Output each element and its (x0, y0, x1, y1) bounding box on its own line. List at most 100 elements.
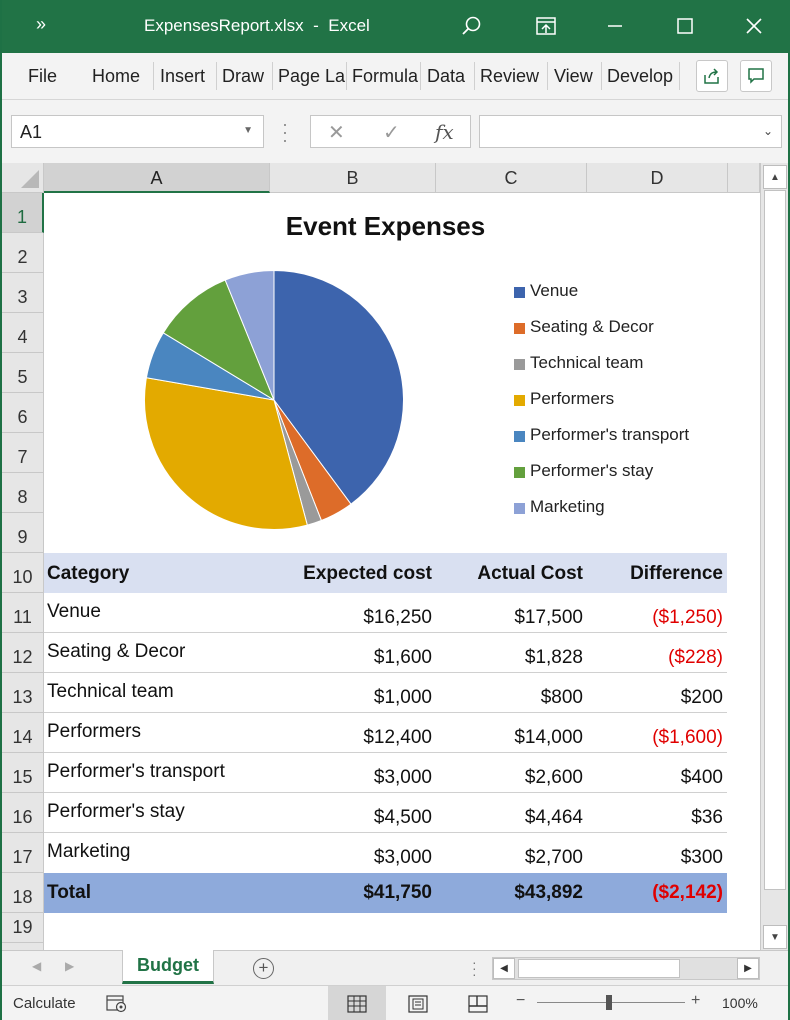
comments-icon[interactable] (740, 60, 772, 92)
tab-data[interactable]: Data (427, 66, 465, 87)
row-header-4[interactable]: 4 (2, 313, 44, 353)
cancel-entry-icon[interactable]: ✕ (328, 120, 345, 145)
page-layout-view-icon[interactable] (389, 986, 447, 1020)
row-header-3[interactable]: 3 (2, 273, 44, 313)
scroll-up-icon[interactable]: ▲ (763, 165, 787, 189)
difference-cell[interactable]: $36 (691, 807, 723, 829)
vertical-scroll-thumb[interactable] (764, 190, 786, 890)
scroll-left-icon[interactable]: ◀ (493, 958, 515, 979)
horizontal-scrollbar[interactable]: ◀ ▶ (492, 957, 760, 980)
tab-page-layout[interactable]: Page La (278, 66, 346, 87)
actual-cost-cell[interactable]: $1,828 (525, 647, 583, 669)
row-header-15[interactable]: 15 (2, 753, 44, 793)
column-header-b[interactable]: B (270, 163, 436, 193)
row-header-7[interactable]: 7 (2, 433, 44, 473)
sheet-scroll-right-icon[interactable]: ▶ (65, 959, 74, 973)
row-header-17[interactable]: 17 (2, 833, 44, 873)
difference-cell[interactable]: $300 (681, 847, 723, 869)
column-header-d[interactable]: D (587, 163, 728, 193)
vertical-scrollbar[interactable]: ▲ ▼ (760, 163, 788, 950)
category-cell[interactable]: Technical team (47, 681, 174, 703)
tab-developer[interactable]: Develop (607, 66, 675, 87)
expected-cost-cell[interactable]: $12,400 (363, 727, 432, 749)
zoom-out-button[interactable]: − (516, 992, 525, 1010)
ribbon-display-options-icon[interactable] (530, 10, 562, 42)
row-header-9[interactable]: 9 (2, 513, 44, 553)
add-sheet-icon[interactable]: + (253, 958, 274, 979)
row-header-11[interactable]: 11 (2, 593, 44, 633)
row-header-2[interactable]: 2 (2, 233, 44, 273)
column-header-c[interactable]: C (436, 163, 587, 193)
tab-insert[interactable]: Insert (160, 66, 205, 87)
search-icon[interactable] (455, 10, 487, 42)
header-actual-cost[interactable]: Actual Cost (477, 563, 583, 585)
column-header-a[interactable]: A (44, 163, 270, 193)
sheet-tab-budget[interactable]: Budget (122, 950, 214, 984)
tab-view[interactable]: View (554, 66, 593, 87)
difference-cell[interactable]: ($228) (668, 647, 723, 669)
zoom-level[interactable]: 100% (722, 995, 758, 1011)
total-difference[interactable]: ($2,142) (652, 882, 723, 904)
confirm-entry-icon[interactable]: ✓ (383, 120, 400, 145)
expected-cost-cell[interactable]: $3,000 (374, 767, 432, 789)
expected-cost-cell[interactable]: $1,000 (374, 687, 432, 709)
difference-cell[interactable]: $400 (681, 767, 723, 789)
row-header-8[interactable]: 8 (2, 473, 44, 513)
total-expected-cost[interactable]: $41,750 (363, 882, 432, 904)
difference-cell[interactable]: $200 (681, 687, 723, 709)
name-box[interactable]: A1 ▼ (11, 115, 264, 148)
minimize-icon[interactable] (599, 10, 631, 42)
chevron-down-icon[interactable]: ▼ (243, 125, 253, 136)
actual-cost-cell[interactable]: $800 (541, 687, 583, 709)
row-header-1[interactable]: 1 (2, 193, 44, 233)
sheet-scroll-left-icon[interactable]: ◀ (32, 959, 41, 973)
zoom-slider-handle[interactable] (606, 995, 612, 1010)
worksheet-grid[interactable]: Event Expenses Venue Seating & Decor Techn… (44, 193, 760, 950)
scroll-right-icon[interactable]: ▶ (737, 958, 759, 979)
normal-view-icon[interactable] (328, 986, 386, 1020)
select-all-corner[interactable] (2, 163, 44, 193)
tab-formulas[interactable]: Formula (352, 66, 420, 87)
row-header-10[interactable]: 10 (2, 553, 44, 593)
actual-cost-cell[interactable]: $2,700 (525, 847, 583, 869)
expected-cost-cell[interactable]: $4,500 (374, 807, 432, 829)
row-header-14[interactable]: 14 (2, 713, 44, 753)
quick-access-more-button[interactable]: » (36, 14, 46, 35)
page-break-preview-icon[interactable] (449, 986, 507, 1020)
actual-cost-cell[interactable]: $17,500 (514, 607, 583, 629)
actual-cost-cell[interactable]: $4,464 (525, 807, 583, 829)
actual-cost-cell[interactable]: $2,600 (525, 767, 583, 789)
accessibility-check-icon[interactable] (97, 986, 137, 1020)
category-cell[interactable]: Seating & Decor (47, 641, 185, 663)
category-cell[interactable]: Performer's transport (47, 761, 225, 783)
row-header-12[interactable]: 12 (2, 633, 44, 673)
category-cell[interactable]: Venue (47, 601, 101, 623)
row-header-13[interactable]: 13 (2, 673, 44, 713)
header-difference[interactable]: Difference (630, 563, 723, 585)
actual-cost-cell[interactable]: $14,000 (514, 727, 583, 749)
total-actual-cost[interactable]: $43,892 (514, 882, 583, 904)
total-label[interactable]: Total (47, 882, 91, 904)
horizontal-scroll-thumb[interactable] (518, 959, 680, 978)
header-category[interactable]: Category (47, 563, 129, 585)
expected-cost-cell[interactable]: $3,000 (374, 847, 432, 869)
difference-cell[interactable]: ($1,250) (652, 607, 723, 629)
expand-formula-bar-icon[interactable]: ⌄ (763, 124, 773, 138)
tab-split-grip-icon[interactable]: · · · (472, 955, 477, 981)
tab-file[interactable]: File (28, 66, 57, 87)
pie-chart[interactable] (144, 270, 404, 530)
expected-cost-cell[interactable]: $1,600 (374, 647, 432, 669)
category-cell[interactable]: Performers (47, 721, 141, 743)
row-header-16[interactable]: 16 (2, 793, 44, 833)
scroll-down-icon[interactable]: ▼ (763, 925, 787, 949)
tab-review[interactable]: Review (480, 66, 539, 87)
header-expected-cost[interactable]: Expected cost (303, 563, 432, 585)
zoom-in-button[interactable]: + (691, 992, 700, 1010)
category-cell[interactable]: Marketing (47, 841, 130, 863)
row-header-6[interactable]: 6 (2, 393, 44, 433)
row-header-5[interactable]: 5 (2, 353, 44, 393)
row-header-18[interactable]: 18 (2, 873, 44, 913)
formula-input[interactable]: ⌄ (479, 115, 782, 148)
share-icon[interactable] (696, 60, 728, 92)
difference-cell[interactable]: ($1,600) (652, 727, 723, 749)
